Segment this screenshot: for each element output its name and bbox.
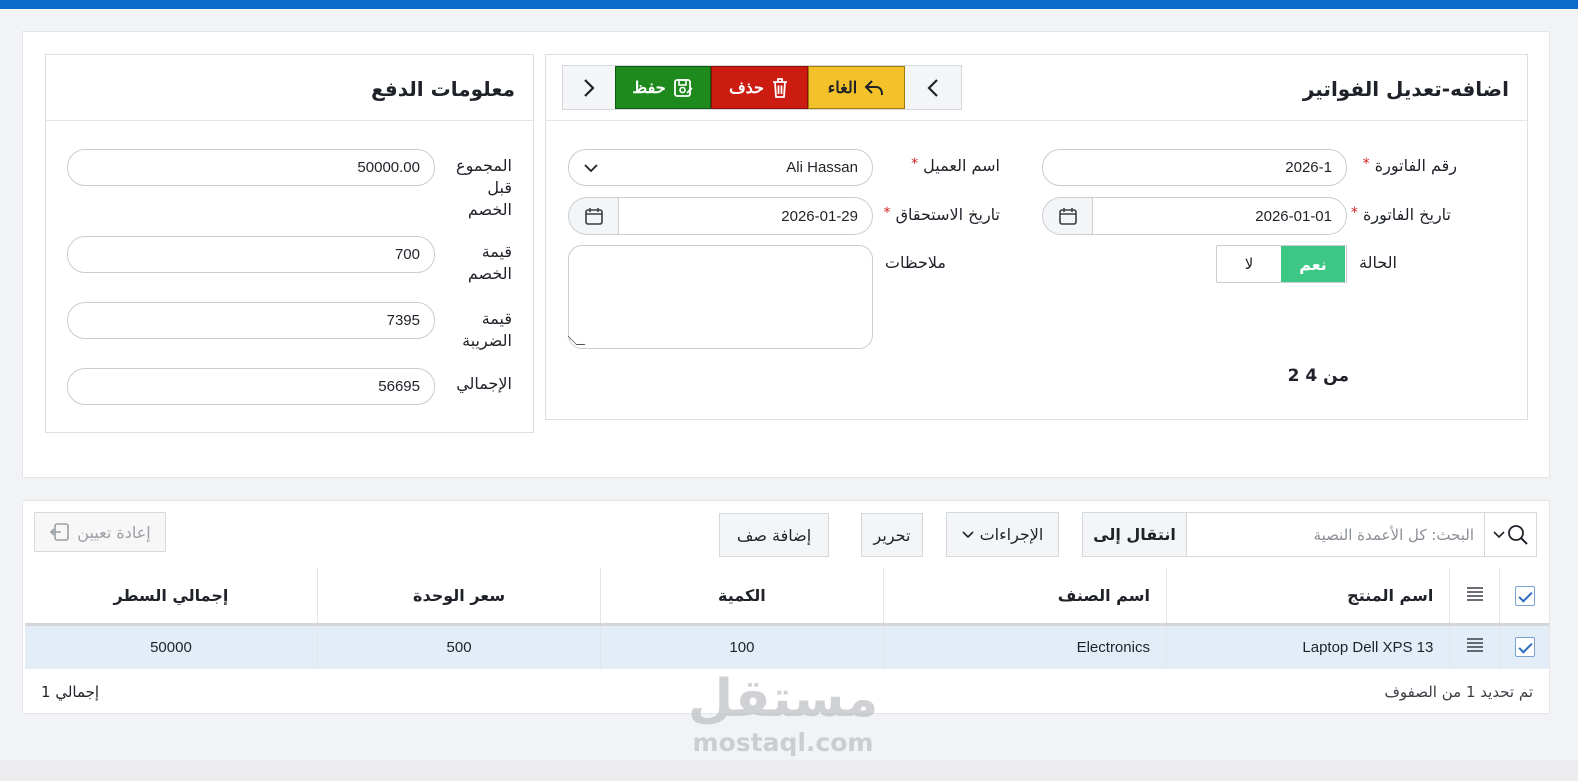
delete-button[interactable]: حذف	[711, 66, 808, 109]
save-button[interactable]: حفظ	[615, 66, 711, 109]
add-row-button[interactable]: إضافة صف	[719, 513, 829, 557]
cell-quantity[interactable]: 100	[600, 624, 884, 669]
chevron-down-icon	[1492, 530, 1505, 538]
hamburger-icon	[1466, 638, 1483, 652]
subtotal-label: المجموع قبل الخصم	[456, 156, 512, 219]
invoice-date-field: 2026-01-01	[1042, 197, 1347, 235]
customer-select-value: Ali Hassan	[786, 159, 858, 176]
hamburger-icon	[1466, 587, 1483, 601]
required-marker: *	[1350, 205, 1358, 221]
watermark-latin: mostaql.com	[692, 728, 874, 757]
calendar-icon	[1058, 208, 1077, 225]
invoice-panel: اضافه-تعديل الفواتير حفظ حذف الغاء * رقم…	[545, 54, 1528, 420]
form-region: اضافه-تعديل الفواتير حفظ حذف الغاء * رقم…	[22, 31, 1550, 478]
invoice-date-label: * تاريخ الفاتورة	[1350, 205, 1451, 224]
discount-label: قيمة الخصم	[467, 242, 512, 283]
due-date-input[interactable]: 2026-01-29	[618, 197, 873, 235]
notes-textarea[interactable]	[567, 245, 873, 349]
trash-icon	[772, 77, 787, 98]
cell-product[interactable]: Laptop Dell XPS 13	[1166, 624, 1451, 669]
actions-menu-button[interactable]: الإجراءات	[946, 512, 1059, 557]
invoice-date-input[interactable]: 2026-01-01	[1092, 197, 1347, 235]
lines-table: إجمالي السطر سعر الوحدة الكمية اسم الصنف…	[25, 568, 1549, 669]
table-row[interactable]: 50000 500 100 Electronics Laptop Dell XP…	[25, 624, 1549, 669]
total-count: إجمالي 1	[41, 683, 100, 701]
customer-select[interactable]: Ali Hassan	[568, 149, 873, 186]
table-header-row: إجمالي السطر سعر الوحدة الكمية اسم الصنف…	[25, 568, 1549, 626]
invoice-number-label: * رقم الفاتورة	[1362, 156, 1457, 175]
status-label: الحالة	[1359, 253, 1397, 272]
subtotal-field[interactable]: 50000.00	[67, 149, 435, 186]
due-date-label: * تاريخ الاستحقاق	[883, 205, 1000, 224]
column-header-category[interactable]: اسم الصنف	[883, 568, 1167, 626]
row-select-cell[interactable]	[1499, 624, 1549, 669]
record-counter: 2 من 4	[1287, 366, 1349, 386]
record-toolbar: حفظ حذف الغاء	[562, 65, 962, 110]
bottom-bar	[0, 760, 1578, 781]
payment-panel-header: معلومات الدفع	[46, 55, 533, 121]
top-accent-bar	[0, 0, 1578, 9]
status-no-option[interactable]: لا	[1217, 246, 1281, 282]
chevron-right-icon	[584, 78, 595, 97]
reset-button[interactable]: إعادة تعيين	[34, 512, 166, 552]
chevron-down-icon	[584, 163, 598, 172]
required-marker: *	[883, 205, 891, 221]
resize-grip-icon[interactable]	[567, 336, 586, 345]
page-title: اضافه-تعديل الفواتير	[1302, 77, 1509, 101]
watermark-arabic: مستقل	[688, 669, 879, 729]
selection-status: تم تحديد 1 من الصفوف	[1384, 683, 1533, 701]
total-field[interactable]: 56695	[67, 368, 435, 405]
invoice-panel-header: اضافه-تعديل الفواتير حفظ حذف الغاء	[546, 55, 1527, 121]
tax-field[interactable]: 7395	[67, 302, 435, 339]
invoice-date-picker-button[interactable]	[1042, 197, 1092, 235]
watermark: مستقل mostaql.com	[688, 668, 878, 756]
select-all-checkbox[interactable]	[1514, 585, 1535, 606]
calendar-icon	[584, 208, 603, 225]
row-menu-header[interactable]	[1449, 568, 1501, 626]
cancel-button[interactable]: الغاء	[808, 66, 905, 109]
invoice-number-field[interactable]: 2026-1	[1042, 149, 1347, 186]
column-header-unit-price[interactable]: سعر الوحدة	[317, 568, 602, 626]
goto-button[interactable]: انتقال إلى	[1083, 513, 1187, 556]
due-date-picker-button[interactable]	[568, 197, 618, 235]
cell-category[interactable]: Electronics	[883, 624, 1167, 669]
column-header-product[interactable]: اسم المنتج	[1166, 568, 1451, 626]
status-yes-option[interactable]: نعم	[1281, 246, 1345, 282]
cancel-button-label: الغاء	[827, 79, 858, 97]
required-marker: *	[1362, 156, 1370, 172]
chevron-left-icon	[927, 78, 938, 97]
actions-menu-label: الإجراءات	[979, 525, 1044, 544]
save-button-label: حفظ	[632, 79, 666, 97]
column-header-line-total[interactable]: إجمالي السطر	[25, 568, 318, 626]
previous-record-button[interactable]	[905, 66, 961, 109]
delete-button-label: حذف	[729, 79, 764, 97]
customer-label: * اسم العميل	[911, 156, 1000, 175]
due-date-field: 2026-01-29	[568, 197, 873, 235]
tax-label: قيمة الضريبة	[462, 309, 512, 350]
grid-search-input[interactable]: البحث: كل الأعمدة النصية	[1187, 513, 1484, 556]
cell-unit-price[interactable]: 500	[317, 624, 602, 669]
search-columns-button[interactable]	[1484, 513, 1536, 556]
reset-label: إعادة تعيين	[77, 522, 151, 542]
row-menu-cell[interactable]	[1449, 624, 1501, 669]
search-icon	[1507, 524, 1528, 545]
chevron-down-icon	[962, 530, 974, 538]
edit-button[interactable]: تحرير	[861, 513, 923, 557]
save-icon	[673, 78, 693, 97]
next-record-button[interactable]	[563, 66, 615, 109]
undo-arrow-icon	[864, 79, 884, 95]
payment-panel: معلومات الدفع المجموع قبل الخصم 50000.00…	[45, 54, 534, 433]
required-marker: *	[911, 156, 919, 172]
total-label: الإجمالي	[456, 374, 512, 393]
grid-search-bar: انتقال إلى البحث: كل الأعمدة النصية	[1082, 512, 1537, 557]
payment-title: معلومات الدفع	[370, 77, 515, 101]
row-checkbox[interactable]	[1514, 637, 1535, 658]
column-header-quantity[interactable]: الكمية	[600, 568, 884, 626]
select-all-header[interactable]	[1499, 568, 1549, 626]
notes-label: ملاحظات	[884, 253, 946, 272]
reset-icon	[50, 523, 70, 541]
cell-line-total[interactable]: 50000	[25, 624, 318, 669]
discount-field[interactable]: 700	[67, 236, 435, 273]
status-toggle: لا نعم	[1216, 245, 1347, 283]
